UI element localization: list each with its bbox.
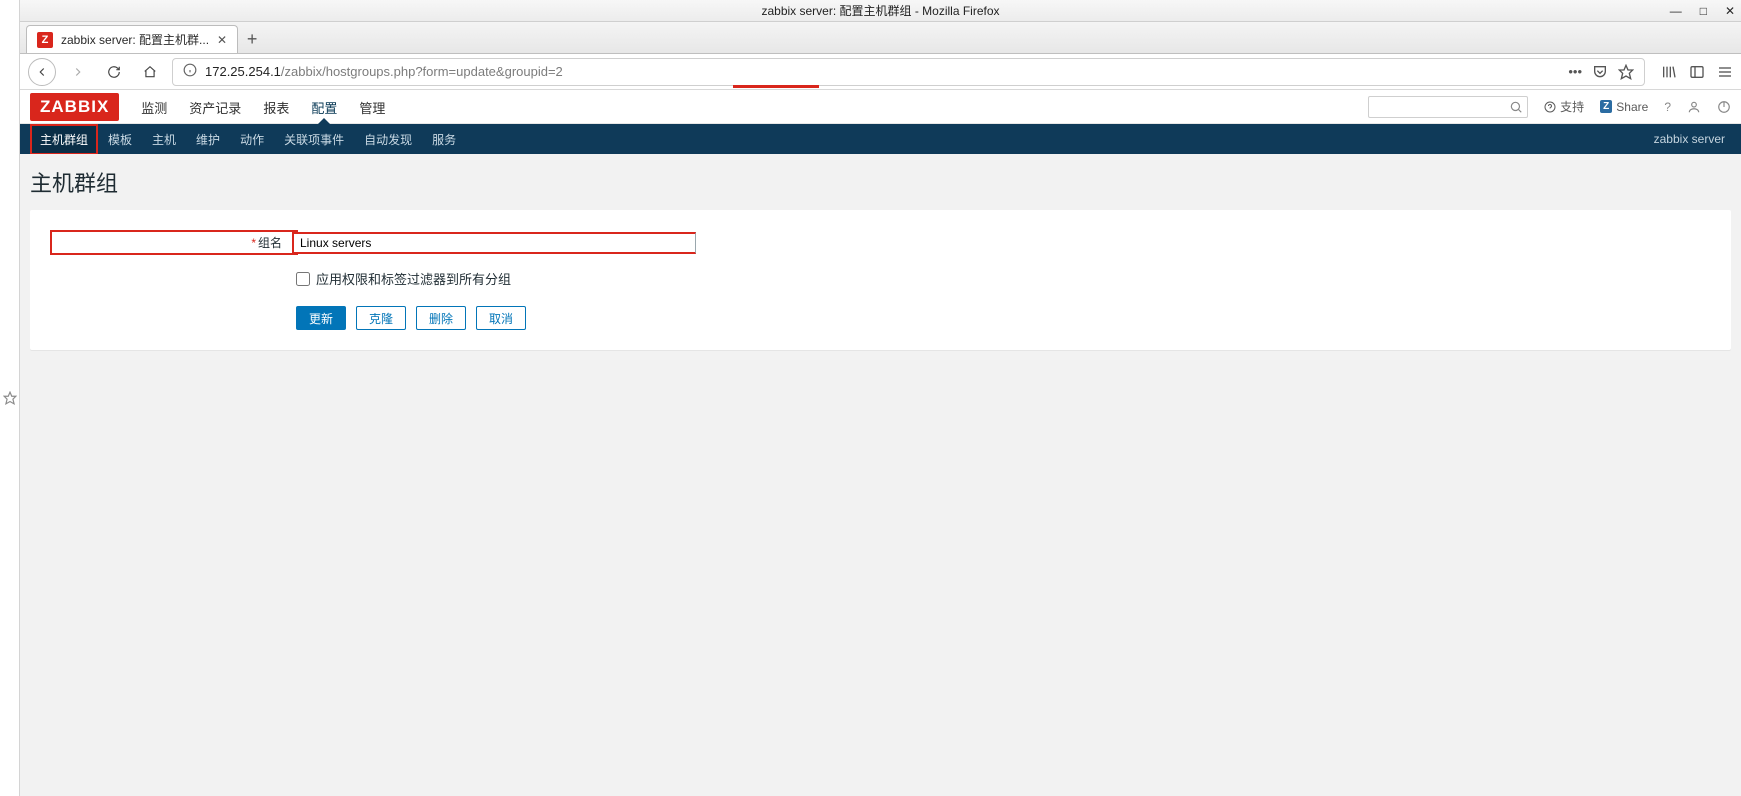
nav-monitoring[interactable]: 监测: [139, 90, 169, 123]
site-info-icon[interactable]: [183, 63, 197, 80]
page-actions-icon[interactable]: •••: [1568, 64, 1582, 79]
back-button[interactable]: [28, 58, 56, 86]
url-bar[interactable]: 172.25.254.1/zabbix/hostgroups.php?form=…: [172, 58, 1645, 86]
annotation-underline: [733, 85, 819, 88]
new-tab-button[interactable]: +: [238, 25, 266, 53]
form-buttons: 更新 克隆 删除 取消: [296, 306, 1711, 330]
browser-navbar: 172.25.254.1/zabbix/hostgroups.php?form=…: [20, 54, 1741, 90]
form-panel: *组名 应用权限和标签过滤器到所有分组 更新 克隆 删除 取消: [30, 210, 1731, 350]
search-icon[interactable]: [1509, 100, 1523, 114]
star-icon: [3, 391, 17, 405]
zabbix-favicon-icon: Z: [37, 32, 53, 48]
server-name-label: zabbix server: [1654, 132, 1731, 146]
browser-tab-title: zabbix server: 配置主机群...: [61, 31, 209, 48]
share-box-icon: Z: [1600, 100, 1612, 113]
subnav-hosts[interactable]: 主机: [142, 124, 186, 155]
page-title: 主机群组: [30, 166, 1731, 198]
search-input[interactable]: [1368, 96, 1528, 118]
nav-reports[interactable]: 报表: [261, 90, 291, 123]
update-button[interactable]: 更新: [296, 306, 346, 330]
pocket-icon[interactable]: [1592, 64, 1608, 80]
reload-button[interactable]: [100, 58, 128, 86]
zabbix-header: ZABBIX 监测 资产记录 报表 配置 管理 支持: [20, 90, 1741, 124]
subnav-correlation[interactable]: 关联项事件: [274, 124, 354, 155]
clone-button[interactable]: 克隆: [356, 306, 406, 330]
zabbix-logo[interactable]: ZABBIX: [30, 93, 119, 121]
zabbix-mainnav: 监测 资产记录 报表 配置 管理: [139, 90, 387, 123]
os-titlebar: zabbix server: 配置主机群组 - Mozilla Firefox …: [20, 0, 1741, 22]
apply-permissions-label: 应用权限和标签过滤器到所有分组: [316, 269, 511, 288]
nav-inventory[interactable]: 资产记录: [187, 90, 243, 123]
subnav-actions[interactable]: 动作: [230, 124, 274, 155]
os-window-title: zabbix server: 配置主机群组 - Mozilla Firefox: [761, 2, 999, 19]
cancel-button[interactable]: 取消: [476, 306, 526, 330]
zabbix-subnav: 主机群组 模板 主机 维护 动作 关联项事件 自动发现 服务 zabbix se…: [20, 124, 1741, 154]
zabbix-search[interactable]: [1368, 96, 1528, 118]
annotation-box-label: *组名: [50, 230, 298, 255]
group-name-input[interactable]: [292, 232, 696, 254]
browser-tab[interactable]: Z zabbix server: 配置主机群... ✕: [26, 25, 238, 53]
delete-button[interactable]: 删除: [416, 306, 466, 330]
apply-permissions-checkbox[interactable]: [296, 272, 310, 286]
support-link[interactable]: 支持: [1544, 98, 1584, 115]
window-close-button[interactable]: ✕: [1725, 5, 1735, 17]
page-body: 主机群组 *组名 应用权限和标签过滤器到所有分组 更新 克隆 删除 取消: [20, 154, 1741, 796]
form-row-apply: 应用权限和标签过滤器到所有分组: [296, 269, 1711, 288]
browser-tabs-bar: Z zabbix server: 配置主机群... ✕ +: [20, 22, 1741, 54]
window-minimize-button[interactable]: —: [1670, 5, 1682, 17]
subnav-discovery[interactable]: 自动发现: [354, 124, 422, 155]
forward-button[interactable]: [64, 58, 92, 86]
support-icon: [1544, 101, 1556, 113]
subnav-templates[interactable]: 模板: [98, 124, 142, 155]
menu-icon[interactable]: [1717, 64, 1733, 80]
url-text: 172.25.254.1/zabbix/hostgroups.php?form=…: [205, 64, 563, 79]
window-maximize-button[interactable]: □: [1700, 5, 1707, 17]
subnav-hostgroups[interactable]: 主机群组: [30, 124, 98, 155]
subnav-maintenance[interactable]: 维护: [186, 124, 230, 155]
form-row-name: *组名: [50, 230, 1711, 255]
nav-configuration[interactable]: 配置: [309, 90, 339, 123]
bookmark-star-icon[interactable]: [1618, 64, 1634, 80]
nav-administration[interactable]: 管理: [357, 90, 387, 123]
library-icon[interactable]: [1661, 64, 1677, 80]
share-link[interactable]: Z Share: [1600, 100, 1648, 114]
side-sliver: [0, 0, 20, 796]
tab-close-icon[interactable]: ✕: [217, 33, 227, 47]
logout-icon[interactable]: [1717, 100, 1731, 114]
home-button[interactable]: [136, 58, 164, 86]
user-icon[interactable]: [1687, 100, 1701, 114]
name-label: *组名: [56, 234, 292, 251]
help-icon[interactable]: ?: [1664, 100, 1671, 114]
subnav-services[interactable]: 服务: [422, 124, 466, 155]
sidebar-icon[interactable]: [1689, 64, 1705, 80]
